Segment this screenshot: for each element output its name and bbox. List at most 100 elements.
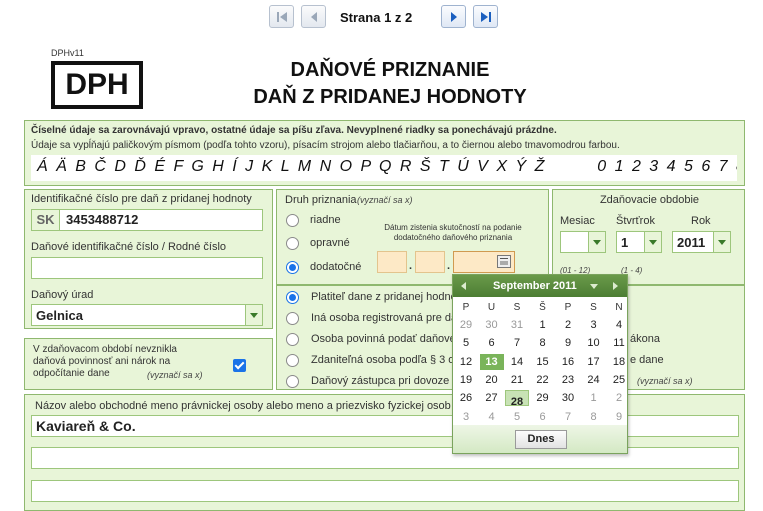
calendar-day-outside[interactable]: 4 [480,409,504,425]
calendar-day[interactable]: 22 [531,372,555,388]
taxpayer-option-4: Zdaniteľná osoba podľa § 3 o [311,354,455,366]
return-type-mark-hint: (vyznačí sa x) [357,195,413,205]
ic-dph-field[interactable]: SK 3453488712 [31,209,263,231]
month-dropdown-icon[interactable] [590,284,598,289]
page-title: DAŇOVÉ PRIZNANIE DAŇ Z PRIDANEJ HODNOTY [180,57,600,111]
calendar-day[interactable]: 16 [556,354,580,370]
first-page-button[interactable] [269,5,294,28]
next-page-icon [451,12,457,22]
calendar-day[interactable]: 19 [454,372,478,388]
calendar-day-outside[interactable]: 31 [505,317,529,333]
calendar-day[interactable]: 25 [607,372,631,388]
discovery-day-field[interactable] [377,251,407,273]
calendar-day-outside[interactable]: 2 [607,390,631,406]
calendar-day[interactable]: 15 [531,354,555,370]
calendar-day-outside[interactable]: 8 [582,409,606,425]
title-line-2: DAŇ Z PRIDANEJ HODNOTY [253,86,527,108]
calendar-day[interactable]: 18 [607,354,631,370]
calendar-day-outside[interactable]: 5 [505,409,529,425]
calendar-day[interactable]: 28 [505,390,529,408]
option-riadne-label: riadne [310,214,341,226]
name-field-line-3[interactable] [31,480,739,502]
tax-office-select[interactable]: Gelnica [31,304,263,326]
calendar-day[interactable]: 20 [480,372,504,388]
calendar-day-outside[interactable]: 7 [556,409,580,425]
calendar-day[interactable]: 6 [480,335,504,351]
calendar-day[interactable]: 23 [556,372,580,388]
calendar-day-outside[interactable]: 29 [454,317,478,333]
previous-page-icon [311,12,317,22]
radio-riadne[interactable] [286,214,299,227]
calendar-day[interactable]: 27 [480,390,504,406]
option-dodatocne-label: dodatočné [310,261,362,273]
calendar-day[interactable]: 21 [505,372,529,388]
date-separator: . [447,260,451,272]
discovery-year-field[interactable] [453,251,515,273]
radio-ina-osoba[interactable] [286,312,299,325]
calendar-day[interactable]: 24 [582,372,606,388]
calendar-day-outside[interactable]: 9 [607,409,631,425]
calendar-month-label[interactable]: September 2011 [493,280,577,292]
calendar-day[interactable]: 30 [556,390,580,406]
weekday-header: Š [539,302,546,313]
calendar-day[interactable]: 5 [454,335,478,351]
discovery-month-field[interactable] [415,251,445,273]
calendar-day[interactable]: 9 [556,335,580,351]
name-field-line-2[interactable] [31,447,739,469]
calendar-day[interactable]: 1 [531,317,555,333]
date-picker-popup: September 2011 Dnes P U S Š P S N 29 30 31 1 2 3 4 5 6 7… [452,274,628,454]
radio-platitel[interactable] [286,291,299,304]
calendar-day-outside[interactable]: 30 [480,317,504,333]
calendar-icon[interactable] [497,255,511,268]
calendar-day[interactable]: 14 [505,354,529,370]
radio-danovy-zastupca[interactable] [286,375,299,388]
calendar-day[interactable]: 8 [531,335,555,351]
last-page-button[interactable] [473,5,498,28]
no-obligation-panel: V zdaňovacom období nevznikla daňová pov… [24,338,273,390]
quarter-select[interactable]: 1 [616,231,662,253]
radio-osoba-povinna[interactable] [286,333,299,346]
no-obligation-checkbox[interactable] [233,359,246,372]
calendar-day[interactable]: 26 [454,390,478,406]
dic-field[interactable] [31,257,263,279]
last-page-icon [481,12,491,22]
year-select[interactable]: 2011 [672,231,731,253]
country-code: SK [32,210,60,230]
calendar-day-outside[interactable]: 1 [582,390,606,406]
year-value: 2011 [677,235,706,250]
weekday-header: P [462,302,470,313]
calendar-day[interactable]: 7 [505,335,529,351]
calendar-day[interactable]: 2 [556,317,580,333]
option-opravne-label: opravné [310,237,350,249]
weekday-header: S [513,302,521,313]
calendar-day-outside[interactable]: 3 [454,409,478,425]
calendar-day[interactable]: 10 [582,335,606,351]
calendar-day[interactable]: 4 [607,317,631,333]
taxpayer-option-3-tail: ákona [630,333,660,345]
month-select[interactable] [560,231,606,253]
calendar-day[interactable]: 13 [479,353,504,370]
tax-period-label: Zdaňovacie obdobie [599,194,700,206]
radio-dodatocne[interactable] [286,261,299,274]
calendar-day[interactable]: 17 [582,354,606,370]
return-type-panel: Druh priznania (vyznačí sa x) riadne opr… [276,189,549,285]
name-value: Kaviareň & Co. [36,418,136,434]
next-page-button[interactable] [441,5,466,28]
calendar-day[interactable]: 12 [454,354,478,370]
next-month-icon[interactable] [613,282,618,290]
previous-month-icon[interactable] [461,282,466,290]
calendar-day[interactable]: 3 [582,317,606,333]
instructions-line-2: Údaje sa vypĺňajú paličkovým písmom (pod… [31,140,620,151]
previous-page-button[interactable] [301,5,326,28]
month-label: Mesiac [560,215,595,227]
radio-opravne[interactable] [286,237,299,250]
radio-zdanitelna-osoba[interactable] [286,354,299,367]
ic-dph-label: Identifikačné číslo pre daň z pridanej h… [31,193,252,205]
today-button[interactable]: Dnes [515,430,567,449]
weekday-header: P [564,302,572,313]
calendar-day[interactable]: 29 [531,390,555,406]
calendar-day-outside[interactable]: 6 [531,409,555,425]
sample-letters: Á Ä B Č D Ď É F G H Í J K L M N O P Q R … [37,158,547,175]
calendar-day[interactable]: 11 [607,335,631,351]
name-field-line-1[interactable]: Kaviareň & Co. [31,415,739,437]
